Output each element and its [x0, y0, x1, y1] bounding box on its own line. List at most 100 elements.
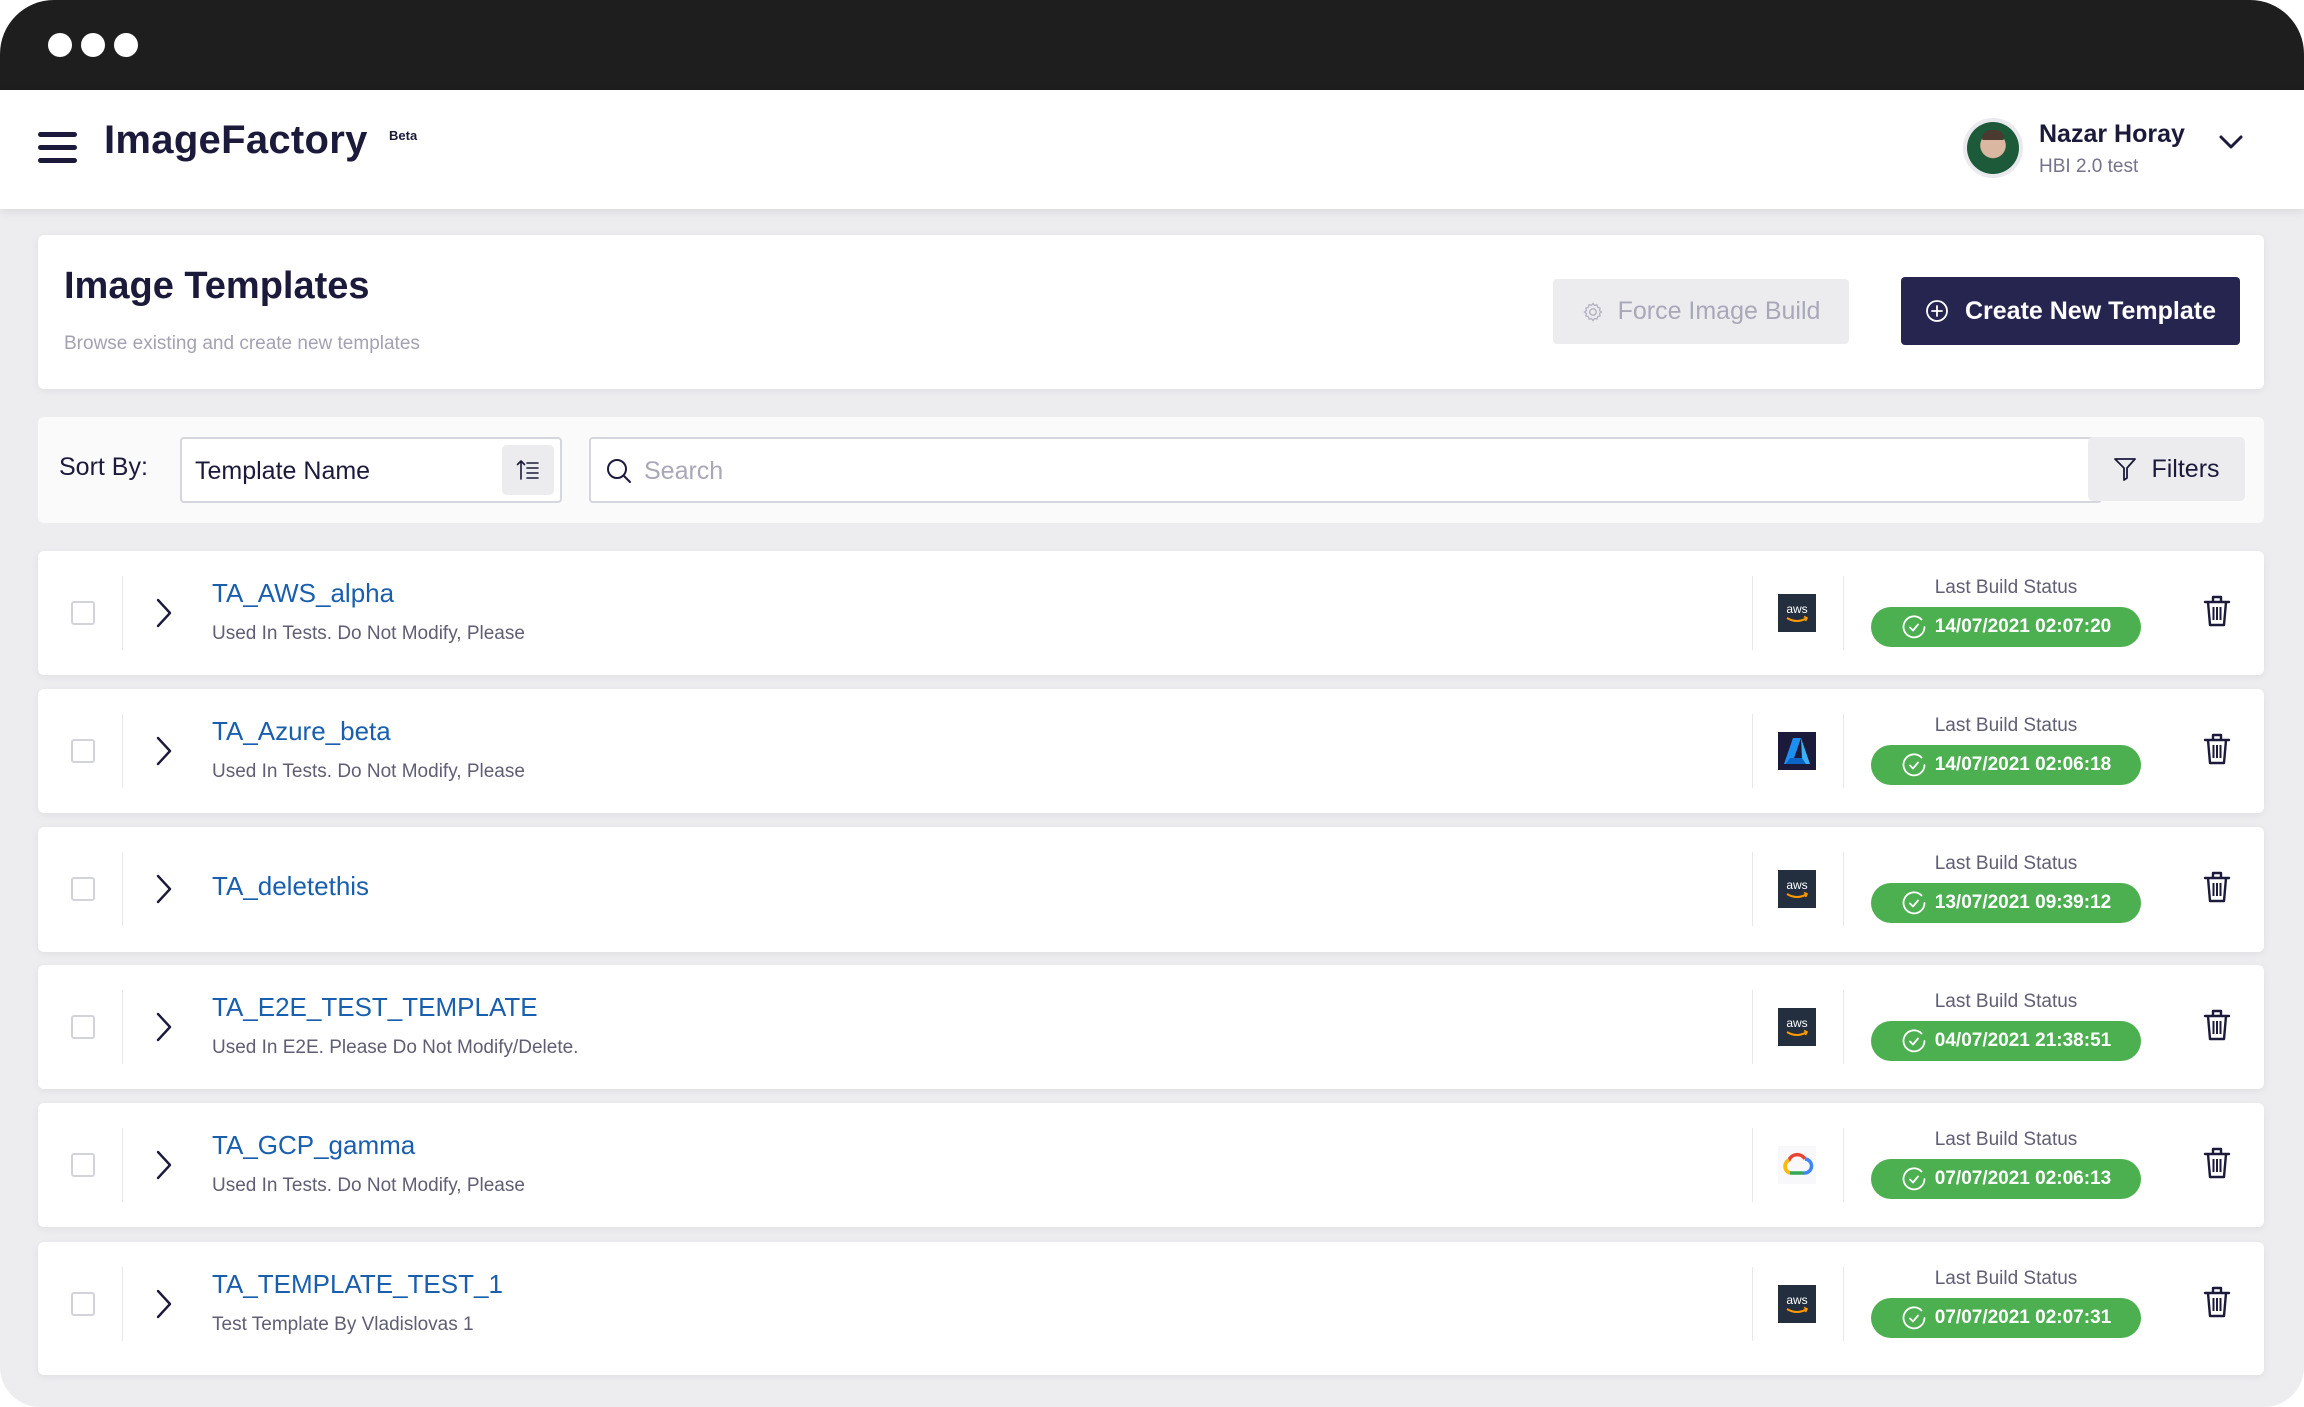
divider — [122, 1267, 123, 1341]
template-row: TA_deletethis aws Last Build Status 13/0… — [38, 827, 2264, 952]
last-build-timestamp: 07/07/2021 02:07:31 — [1934, 1307, 2112, 1328]
sort-direction-button[interactable] — [502, 445, 554, 495]
divider — [122, 576, 123, 650]
beta-badge: Beta — [389, 128, 418, 143]
row-checkbox[interactable] — [71, 1015, 95, 1039]
template-row: TA_GCP_gamma Used In Tests. Do Not Modif… — [38, 1103, 2264, 1227]
last-build-timestamp: 04/07/2021 21:38:51 — [1934, 1030, 2112, 1051]
check-circle-icon — [1902, 1306, 1926, 1330]
sort-select[interactable]: Template Name — [180, 437, 562, 503]
template-name-link[interactable]: TA_AWS_alpha — [212, 578, 394, 609]
aws-logo-icon: aws — [1778, 1008, 1816, 1046]
gear-icon — [1583, 302, 1602, 321]
check-circle-icon — [1902, 1029, 1926, 1053]
chevron-right-icon[interactable] — [154, 1011, 174, 1043]
page-subtitle: Browse existing and create new templates — [64, 333, 420, 354]
template-row: TA_TEMPLATE_TEST_1 Test Template By Vlad… — [38, 1242, 2264, 1375]
last-build-timestamp: 14/07/2021 02:06:18 — [1934, 754, 2112, 775]
aws-logo-icon: aws — [1778, 1285, 1816, 1323]
check-circle-icon — [1902, 615, 1926, 639]
brand-logo[interactable]: ImageFactory — [104, 118, 368, 163]
last-build-status-label: Last Build Status — [1934, 1268, 2078, 1289]
row-checkbox[interactable] — [71, 1153, 95, 1177]
chevron-down-icon[interactable] — [2216, 130, 2246, 154]
force-image-build-label: Force Image Build — [1617, 297, 1821, 325]
check-circle-icon — [1902, 891, 1926, 915]
template-description: Test Template By Vladislovas 1 — [212, 1314, 474, 1335]
search-input[interactable] — [644, 449, 2074, 493]
template-name-link[interactable]: TA_GCP_gamma — [212, 1130, 415, 1161]
provider-logo — [1778, 732, 1816, 770]
check-circle-icon — [1902, 1167, 1926, 1191]
last-build-timestamp: 13/07/2021 09:39:12 — [1934, 892, 2112, 913]
template-description: Used In Tests. Do Not Modify, Please — [212, 623, 525, 644]
check-circle-icon — [1902, 753, 1926, 777]
divider — [1843, 852, 1844, 926]
svg-text:aws: aws — [1786, 1293, 1807, 1307]
window-control-dot[interactable] — [81, 33, 105, 57]
chevron-right-icon[interactable] — [154, 1149, 174, 1181]
last-build-status-label: Last Build Status — [1934, 853, 2078, 874]
divider — [122, 714, 123, 788]
build-status-badge: 07/07/2021 02:06:13 — [1871, 1159, 2141, 1199]
trash-icon[interactable] — [2202, 731, 2232, 767]
template-row: TA_AWS_alpha Used In Tests. Do Not Modif… — [38, 551, 2264, 675]
svg-text:aws: aws — [1786, 602, 1807, 616]
divider — [122, 990, 123, 1064]
chevron-right-icon[interactable] — [154, 1288, 174, 1320]
last-build-timestamp: 07/07/2021 02:06:13 — [1934, 1168, 2112, 1189]
divider — [1843, 1267, 1844, 1341]
provider-logo: aws — [1778, 594, 1816, 632]
force-image-build-button[interactable]: Force Image Build — [1553, 279, 1849, 344]
user-org: HBI 2.0 test — [2039, 156, 2139, 177]
divider — [122, 852, 123, 926]
template-description: Used In Tests. Do Not Modify, Please — [212, 761, 525, 782]
last-build-status-label: Last Build Status — [1934, 1129, 2078, 1150]
user-name: Nazar Horay — [2039, 120, 2185, 148]
trash-icon[interactable] — [2202, 1284, 2232, 1320]
divider — [1843, 576, 1844, 650]
filters-label: Filters — [2151, 454, 2220, 483]
chevron-right-icon[interactable] — [154, 597, 174, 629]
template-name-link[interactable]: TA_TEMPLATE_TEST_1 — [212, 1269, 503, 1300]
chevron-right-icon[interactable] — [154, 873, 174, 905]
window-control-dot[interactable] — [48, 33, 72, 57]
plus-circle-icon — [1926, 300, 1948, 322]
last-build-status-label: Last Build Status — [1934, 577, 2078, 598]
divider — [1752, 1267, 1753, 1341]
menu-icon[interactable] — [38, 132, 77, 164]
window-control-dot[interactable] — [114, 33, 138, 57]
build-status-badge: 04/07/2021 21:38:51 — [1871, 1021, 2141, 1061]
trash-icon[interactable] — [2202, 1007, 2232, 1043]
sort-ascending-icon — [516, 460, 539, 480]
page-header-card: Image Templates Browse existing and crea… — [38, 235, 2264, 389]
row-checkbox[interactable] — [71, 877, 95, 901]
provider-logo: aws — [1778, 1008, 1816, 1046]
template-name-link[interactable]: TA_Azure_beta — [212, 716, 391, 747]
chevron-right-icon[interactable] — [154, 735, 174, 767]
divider — [1843, 990, 1844, 1064]
template-name-link[interactable]: TA_E2E_TEST_TEMPLATE — [212, 992, 538, 1023]
build-status-badge: 14/07/2021 02:06:18 — [1871, 745, 2141, 785]
search-field[interactable] — [589, 437, 2102, 503]
divider — [1752, 714, 1753, 788]
trash-icon[interactable] — [2202, 869, 2232, 905]
last-build-status-label: Last Build Status — [1934, 715, 2078, 736]
divider — [1752, 1128, 1753, 1202]
filters-button[interactable]: Filters — [2088, 437, 2245, 501]
svg-text:aws: aws — [1786, 878, 1807, 892]
divider — [1752, 990, 1753, 1064]
row-checkbox[interactable] — [71, 601, 95, 625]
trash-icon[interactable] — [2202, 593, 2232, 629]
template-description: Used In Tests. Do Not Modify, Please — [212, 1175, 525, 1196]
template-name-link[interactable]: TA_deletethis — [212, 871, 369, 902]
trash-icon[interactable] — [2202, 1145, 2232, 1181]
create-new-template-button[interactable]: Create New Template — [1901, 277, 2240, 345]
template-description: Used In E2E. Please Do Not Modify/Delete… — [212, 1037, 579, 1058]
app-window: ImageFactory Beta Nazar Horay HBI 2.0 te… — [0, 0, 2304, 1407]
last-build-status-label: Last Build Status — [1934, 991, 2078, 1012]
build-status-badge: 07/07/2021 02:07:31 — [1871, 1298, 2141, 1338]
row-checkbox[interactable] — [71, 1292, 95, 1316]
filter-icon — [2114, 458, 2137, 481]
row-checkbox[interactable] — [71, 739, 95, 763]
